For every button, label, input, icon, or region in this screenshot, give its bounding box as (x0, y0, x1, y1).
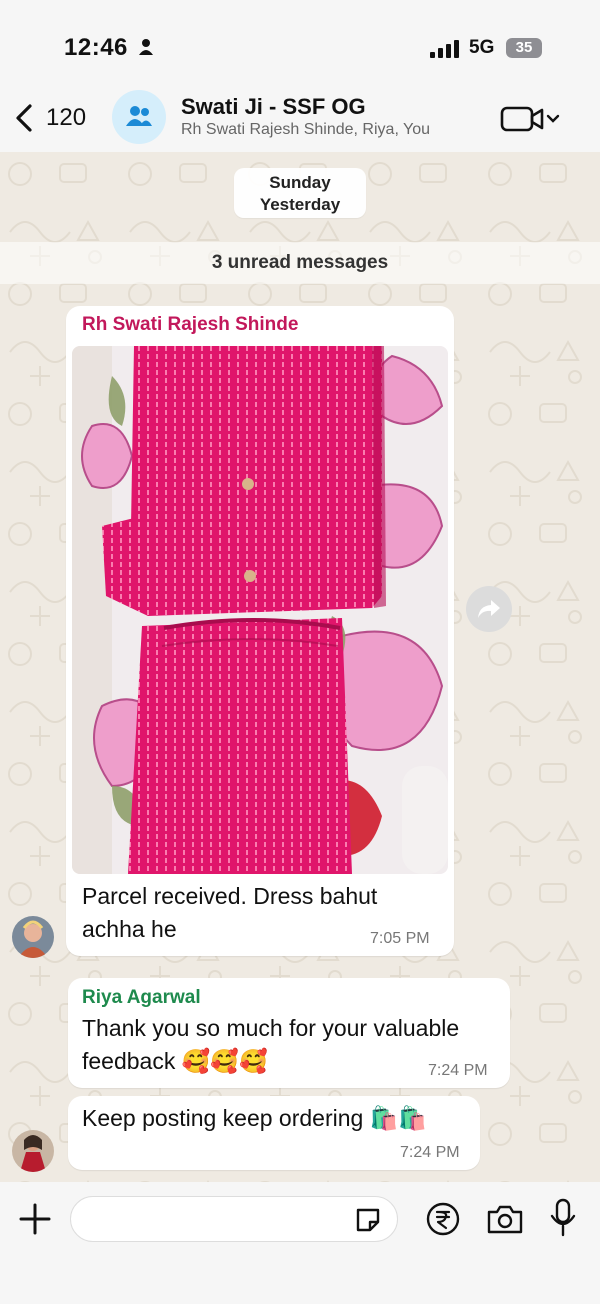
back-icon[interactable] (10, 102, 38, 134)
message-time: 7:24 PM (400, 1144, 460, 1161)
date-separator: Sunday Yesterday (234, 168, 366, 218)
network-type: 5G (469, 37, 495, 58)
group-avatar[interactable] (112, 90, 166, 144)
signal-icon (430, 40, 459, 58)
attached-photo[interactable] (72, 346, 448, 874)
chat-subtitle[interactable]: Rh Swati Rajesh Shinde, Riya, You (181, 121, 430, 139)
avatar[interactable] (12, 916, 54, 958)
back-count[interactable]: 120 (46, 104, 86, 132)
composer-bar (0, 1182, 600, 1304)
forward-button[interactable] (466, 586, 512, 632)
date-line-1: Sunday (269, 173, 331, 192)
message-text-line-1: Parcel received. Dress bahut (82, 883, 378, 909)
status-time: 12:46 (64, 34, 128, 61)
avatar[interactable] (12, 1130, 54, 1172)
chat-title[interactable]: Swati Ji - SSF OG (181, 94, 366, 120)
battery-icon: 35 (506, 38, 542, 58)
message-text-line-1: Keep posting keep ordering (82, 1105, 364, 1131)
camera-icon[interactable] (486, 1202, 524, 1236)
message-text-line-1: Thank you so much for your valuable (82, 1015, 460, 1041)
group-icon (126, 106, 152, 126)
message-text[interactable]: Keep posting keep ordering 🛍️🛍️ (82, 1102, 472, 1135)
date-line-2: Yesterday (259, 195, 341, 214)
message-input[interactable] (70, 1196, 398, 1242)
plus-icon[interactable] (18, 1202, 52, 1236)
status-bar: 12:46 5G 35 (0, 0, 600, 90)
message-sender[interactable]: Rh Swati Rajesh Shinde (82, 314, 298, 336)
unread-messages-banner: 3 unread messages (0, 242, 600, 284)
message-text-line-2: feedback (82, 1048, 176, 1074)
chat-header: 120 Swati Ji - SSF OG Rh Swati Rajesh Sh… (0, 90, 600, 152)
message-emojis: 🛍️🛍️ (369, 1105, 427, 1131)
microphone-icon[interactable] (550, 1198, 576, 1238)
person-icon (139, 39, 153, 55)
message-sender[interactable]: Riya Agarwal (82, 987, 201, 1009)
message-emojis: 🥰🥰🥰 (181, 1048, 268, 1074)
message-time: 7:24 PM (428, 1062, 488, 1079)
forward-icon (478, 600, 500, 618)
sticker-icon[interactable] (354, 1206, 382, 1234)
message-text-line-2: achha he (82, 916, 177, 942)
video-call-icon[interactable] (500, 104, 562, 132)
rupee-payment-icon[interactable] (426, 1202, 460, 1236)
message-time: 7:05 PM (370, 930, 430, 947)
